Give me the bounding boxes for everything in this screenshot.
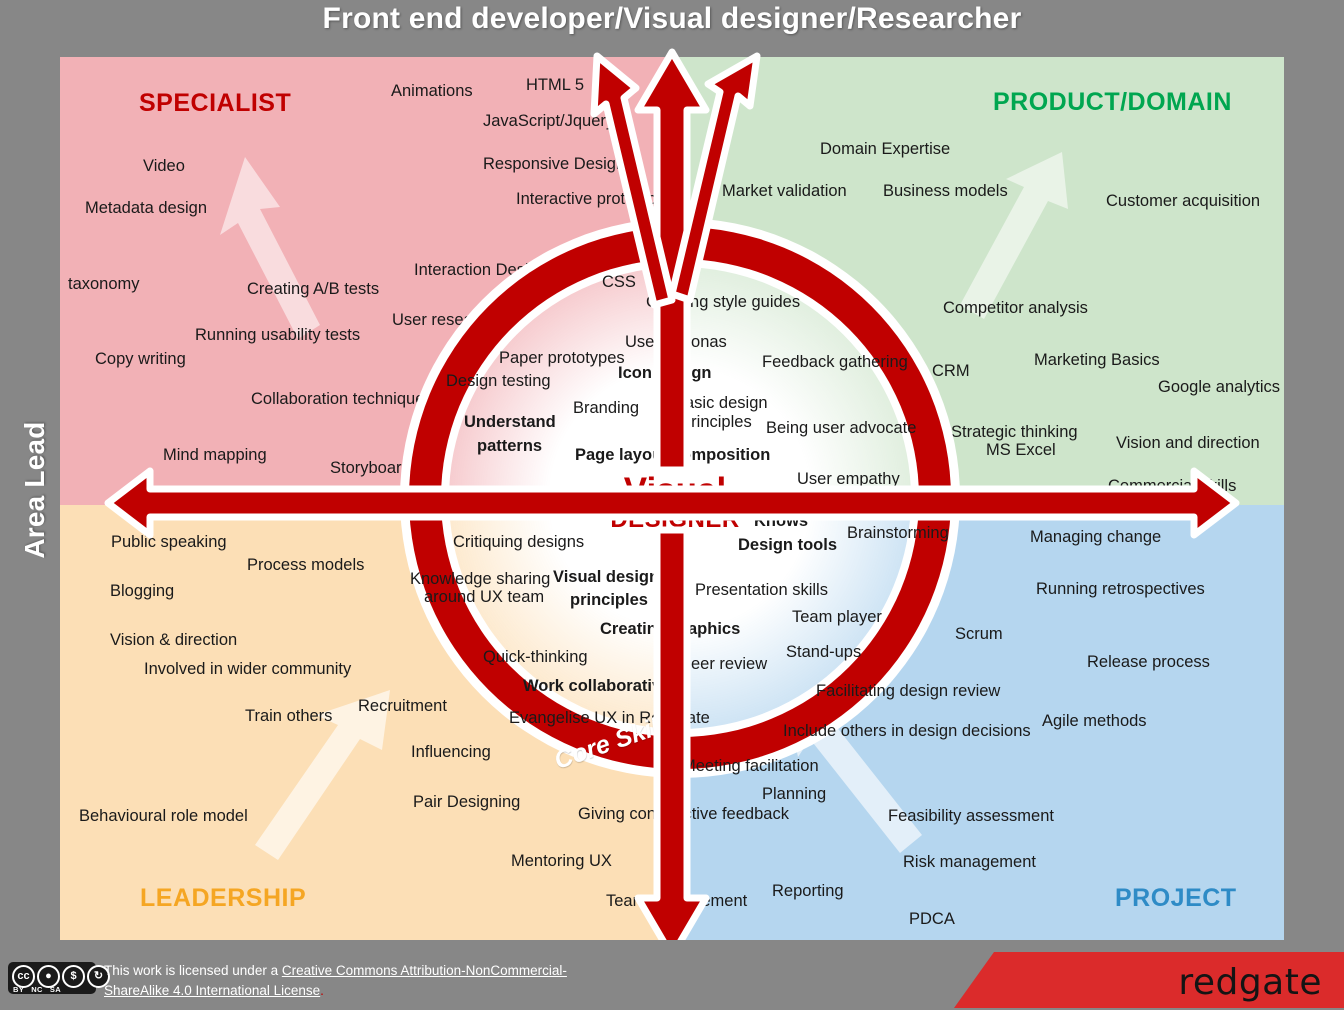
license-suffix: . (320, 982, 324, 998)
cc-mark-by: BY (13, 985, 25, 994)
axis-arrows (104, 48, 1240, 960)
cc-badge-labels: BY NC SA (13, 985, 91, 994)
license-prefix: This work is licensed under a (104, 963, 282, 978)
horizontal-axis-arrow (104, 467, 1240, 539)
cc-mark-nc: NC (31, 985, 43, 994)
diagram-canvas: SPECIALIST PRODUCT/DOMAIN LEADERSHIP PRO… (0, 0, 1344, 1009)
edge-label-left: Area Lead (19, 421, 50, 559)
vertical-axis-arrow-down (634, 526, 710, 960)
license-text: This work is licensed under a Creative C… (104, 961, 584, 1000)
edge-label-top: Front end developer/Visual designer/Rese… (322, 2, 1022, 35)
creative-commons-badge-icon: cc ● $ ↻ BY NC SA (8, 962, 110, 994)
cc-mark-sa: SA (49, 985, 62, 994)
redgate-wordmark: redgate (1178, 962, 1322, 1003)
